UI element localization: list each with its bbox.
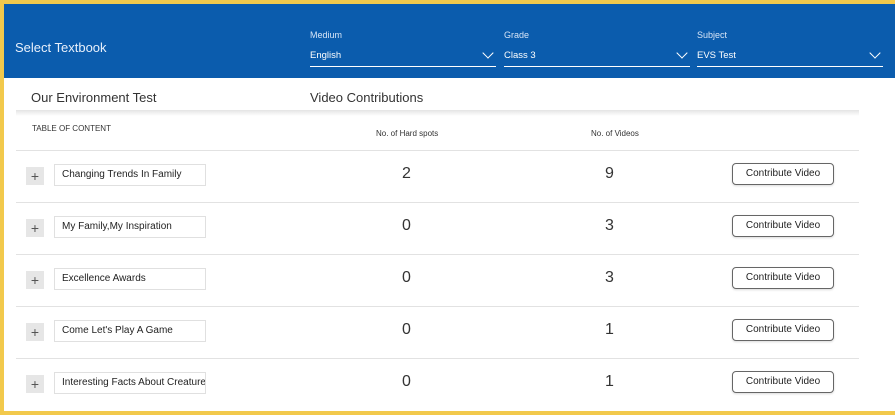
hard-spots-column-header: No. of Hard spots (376, 129, 439, 138)
chapter-name: Interesting Facts About Creatures (54, 372, 206, 394)
content-subheader: Our Environment Test Video Contributions (4, 78, 895, 110)
hard-spots-count: 0 (402, 373, 411, 390)
contribute-video-button[interactable]: Contribute Video (732, 215, 834, 237)
chapter-name: Come Let's Play A Game (54, 320, 206, 342)
chapter-name: My Family,My Inspiration (54, 216, 206, 238)
hard-spots-count: 0 (402, 217, 411, 234)
subject-value: EVS Test (697, 50, 736, 61)
subject-label: Subject (697, 30, 728, 40)
videos-count: 1 (605, 321, 614, 338)
chevron-down-icon (482, 47, 494, 59)
hard-spots-count: 0 (402, 321, 411, 338)
app-frame: Select Textbook Medium English Grade Cla… (0, 0, 895, 415)
right-gutter (859, 110, 895, 411)
expand-plus-icon[interactable]: + (26, 271, 44, 289)
chevron-down-icon (869, 47, 881, 59)
textbook-selector-bar: Select Textbook Medium English Grade Cla… (4, 4, 895, 78)
medium-dropdown[interactable]: Medium English (310, 30, 496, 70)
grade-value: Class 3 (504, 50, 536, 61)
hard-spots-count: 2 (402, 165, 411, 182)
table-row: + Interesting Facts About Creatures 0 1 … (16, 358, 859, 410)
table-header: TABLE OF CONTENT No. of Hard spots No. o… (4, 110, 895, 150)
table-row: + Changing Trends In Family 2 9 Contribu… (16, 150, 859, 202)
chevron-down-icon (676, 47, 688, 59)
contribute-video-button[interactable]: Contribute Video (732, 371, 834, 393)
grade-select[interactable]: Class 3 (504, 46, 690, 67)
contribute-video-button[interactable]: Contribute Video (732, 267, 834, 289)
videos-count: 1 (605, 373, 614, 390)
grade-label: Grade (504, 30, 530, 40)
book-title: Our Environment Test (31, 90, 157, 105)
expand-plus-icon[interactable]: + (26, 219, 44, 237)
chapter-name: Changing Trends In Family (54, 164, 206, 186)
videos-count: 9 (605, 165, 614, 182)
expand-plus-icon[interactable]: + (26, 323, 44, 341)
table-row: + Come Let's Play A Game 0 1 Contribute … (16, 306, 859, 358)
expand-plus-icon[interactable]: + (26, 375, 44, 393)
table-row: + My Family,My Inspiration 0 3 Contribut… (16, 202, 859, 254)
videos-count: 3 (605, 217, 614, 234)
subject-dropdown[interactable]: Subject EVS Test (697, 30, 883, 70)
subject-select[interactable]: EVS Test (697, 46, 883, 67)
expand-plus-icon[interactable]: + (26, 167, 44, 185)
contribute-video-button[interactable]: Contribute Video (732, 319, 834, 341)
hard-spots-count: 0 (402, 269, 411, 286)
chapter-name: Excellence Awards (54, 268, 206, 290)
medium-select[interactable]: English (310, 46, 496, 67)
contribute-video-button[interactable]: Contribute Video (732, 163, 834, 185)
medium-label: Medium (310, 30, 343, 40)
grade-dropdown[interactable]: Grade Class 3 (504, 30, 690, 70)
medium-value: English (310, 50, 342, 61)
videos-count: 3 (605, 269, 614, 286)
toc-column-header: TABLE OF CONTENT (32, 124, 111, 133)
section-title: Video Contributions (310, 90, 424, 105)
select-textbook-title: Select Textbook (15, 40, 107, 55)
videos-column-header: No. of Videos (591, 129, 639, 138)
table-row: + Excellence Awards 0 3 Contribute Video (16, 254, 859, 306)
